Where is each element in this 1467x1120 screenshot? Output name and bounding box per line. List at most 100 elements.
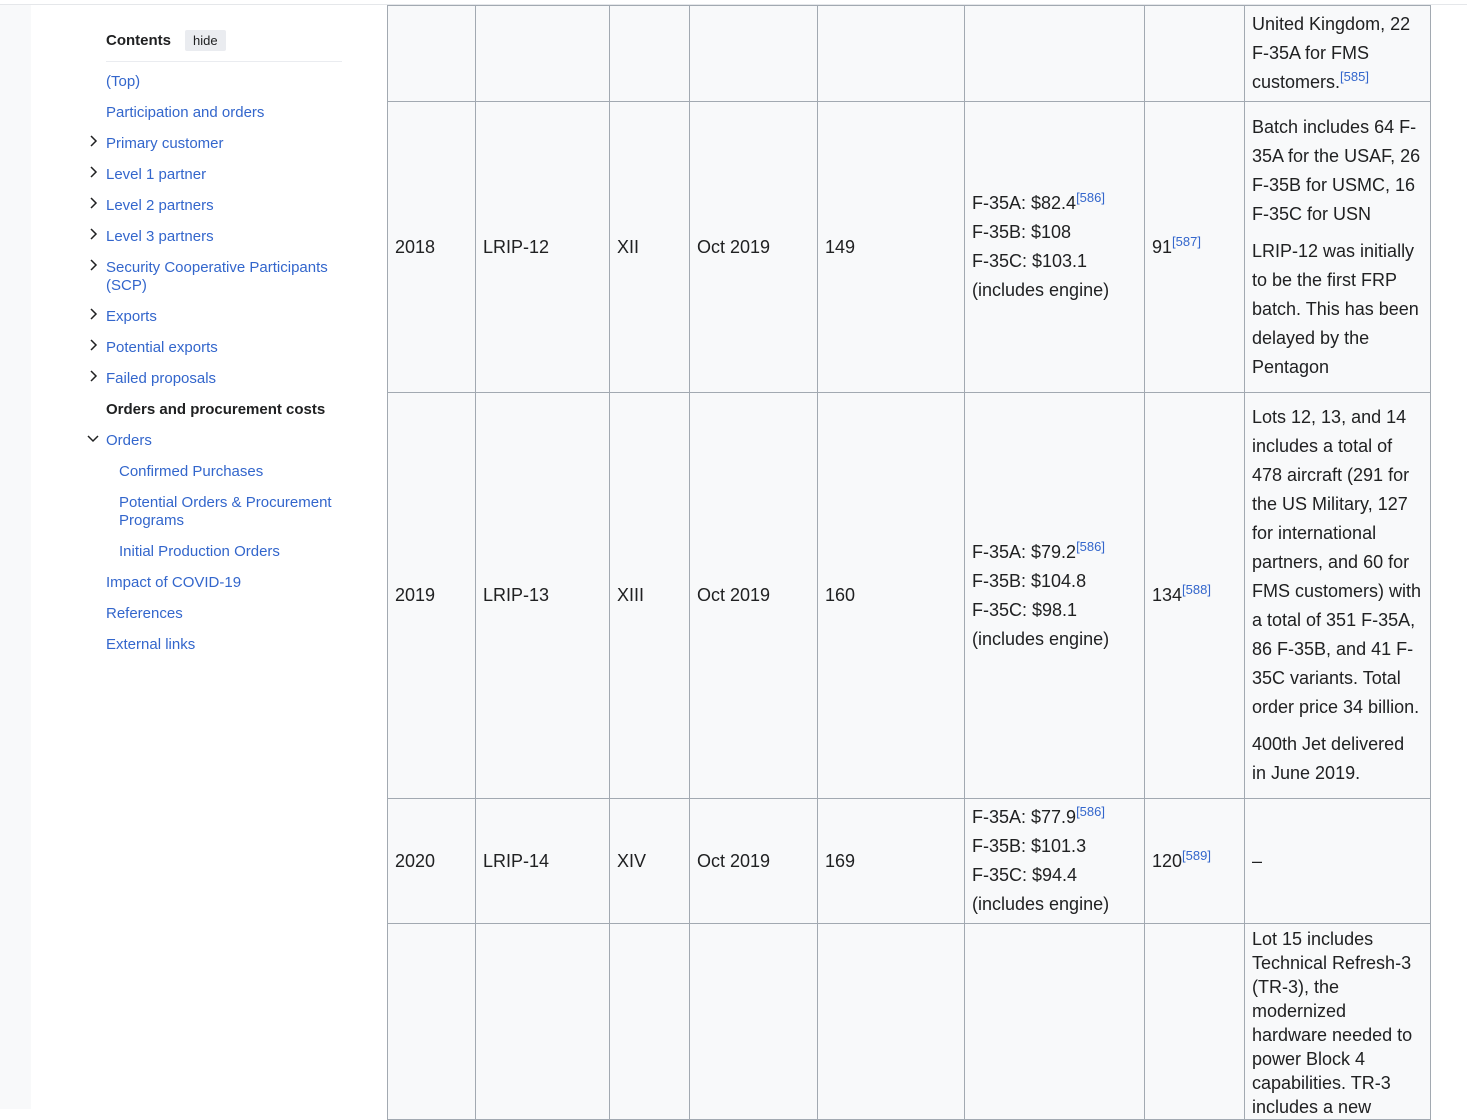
toc-item-label: Orders [106, 431, 152, 449]
cost-line: F-35C: $98.1 [972, 599, 1078, 620]
toc-item-label: Potential Orders & Procurement Programs [119, 493, 332, 529]
table-row: 2018 LRIP-12 XII Oct 2019 149 F-35A: $82.4[58… [387, 101, 1431, 393]
citation-link[interactable]: [586] [1076, 804, 1105, 819]
notes-cell: Lot 15 includes Technical Refresh-3 (TR-… [1244, 923, 1431, 1120]
table-row: Lot 15 includes Technical Refresh-3 (TR-… [387, 923, 1431, 1120]
toc-item[interactable]: (Top) [106, 66, 342, 97]
toc-item-label: Level 3 partners [106, 227, 214, 245]
delivered-count: 134 [1152, 585, 1183, 605]
year-cell: 2019 [387, 392, 476, 799]
toc-item-label: Failed proposals [106, 369, 217, 387]
toc-item[interactable]: Level 3 partners [90, 221, 342, 252]
cost-line-wrap: F-35B: $104.8 [972, 567, 1137, 596]
toc-item[interactable]: Orders [87, 425, 342, 456]
block-cell: XIII [609, 392, 690, 799]
year-cell: 2020 [387, 798, 476, 924]
cost-line: F-35A: $77.9 [972, 807, 1077, 827]
chevron-right-icon[interactable] [87, 164, 99, 182]
toc-hide-button[interactable]: hide [185, 30, 226, 51]
toc-item[interactable]: Orders and procurement costs [106, 394, 342, 425]
toc-item-label: Participation and orders [106, 103, 265, 121]
chevron-right-icon[interactable] [87, 257, 99, 275]
note-paragraph: LRIP-12 was initially to be the first FR… [1252, 240, 1419, 377]
toc-item[interactable]: Initial Production Orders [106, 536, 342, 567]
chevron-right-icon[interactable] [87, 133, 99, 151]
cost-line-wrap: F-35C: $103.1 [972, 247, 1137, 276]
toc-item[interactable]: References [106, 598, 342, 629]
cost-line-wrap: (includes engine) [972, 890, 1137, 919]
cost-line: F-35A: $79.2 [972, 541, 1077, 562]
quantity-cell: 149 [817, 101, 965, 393]
toc-item[interactable]: Level 2 partners [90, 190, 342, 221]
toc-item[interactable]: External links [106, 629, 342, 660]
cost-line-wrap: F-35B: $108 [972, 218, 1137, 247]
note-paragraph: Lots 12, 13, and 14 includes a total of … [1252, 407, 1422, 717]
chevron-right-icon[interactable] [87, 306, 99, 324]
notes-cell: Lots 12, 13, and 14 includes a total of … [1244, 392, 1431, 799]
table-row: 2019 LRIP-13 XIII Oct 2019 160 F-35A: $79.2[5… [387, 392, 1431, 799]
cost-line: F-35C: $94.4 [972, 865, 1078, 885]
toc-item[interactable]: Primary customer [90, 128, 342, 159]
cost-line-wrap: F-35C: $98.1 [972, 596, 1137, 625]
citation-link[interactable]: [586] [1076, 190, 1105, 205]
delivered-cell: 120[589] [1144, 798, 1245, 924]
chevron-right-icon[interactable] [87, 226, 99, 244]
chevron-right-icon[interactable] [87, 368, 99, 386]
chevron-down-icon[interactable] [87, 430, 99, 448]
citation-link[interactable]: [585] [1340, 69, 1369, 84]
note-paragraph: Lot 15 includes Technical Refresh-3 (TR-… [1252, 929, 1413, 1117]
lot-cell [475, 923, 610, 1120]
toc-item-label: Exports [106, 307, 157, 325]
chevron-right-icon[interactable] [87, 195, 99, 213]
toc-item-label: (Top) [106, 72, 141, 90]
toc-item[interactable]: Confirmed Purchases [106, 456, 342, 487]
toc-header: Contents hide [106, 30, 342, 62]
toc-item-label: Level 1 partner [106, 165, 207, 183]
toc-item[interactable]: Failed proposals [90, 363, 342, 394]
citation-link[interactable]: [589] [1182, 848, 1211, 863]
toc-title: Contents [106, 32, 171, 49]
citation-link[interactable]: [588] [1182, 582, 1211, 597]
toc-item[interactable]: Participation and orders [106, 97, 342, 128]
toc-item[interactable]: Exports [90, 301, 342, 332]
toc-item[interactable]: Impact of COVID-19 [106, 567, 342, 598]
block-cell: XII [609, 101, 690, 393]
citation-link[interactable]: [586] [1076, 539, 1105, 554]
note-paragraph: 400th Jet delivered in June 2019. [1252, 734, 1405, 783]
cost-line-wrap: F-35B: $101.3 [972, 832, 1137, 861]
quantity-cell: 169 [817, 798, 965, 924]
orders-table: United Kingdom, 22 F-35A for FMS custome… [387, 5, 1431, 1120]
delivered-cell: 134[588] [1144, 392, 1245, 799]
toc-item[interactable]: Level 1 partner [90, 159, 342, 190]
cost-line: (includes engine) [972, 628, 1110, 649]
lot-cell: LRIP-14 [475, 798, 610, 924]
unit-cost-cell: F-35A: $77.9[586] F-35B: $101.3 F-35C: $94… [964, 798, 1145, 924]
cost-line: F-35B: $101.3 [972, 836, 1087, 856]
cost-line: F-35B: $108 [972, 222, 1072, 242]
toc-item-label: Level 2 partners [106, 196, 214, 214]
toc-item-label: Confirmed Purchases [119, 462, 264, 480]
cost-line: (includes engine) [972, 280, 1110, 300]
block-cell: XIV [609, 798, 690, 924]
toc-item[interactable]: Security Cooperative Participants (SCP) [90, 252, 342, 301]
toc-item-label: External links [106, 635, 196, 653]
toc-item-label: Orders and procurement costs [106, 400, 326, 418]
cost-line: F-35B: $104.8 [972, 570, 1087, 591]
notes-cell: – [1244, 798, 1431, 924]
cost-line-wrap: (includes engine) [972, 276, 1137, 305]
toc-item[interactable]: Potential exports [90, 332, 342, 363]
table-of-contents: Contents hide (Top) Participation and ord… [87, 30, 342, 660]
block-cell [609, 923, 690, 1120]
cost-line: F-35C: $103.1 [972, 251, 1088, 271]
note-paragraph: – [1252, 850, 1263, 871]
toc-item[interactable]: Potential Orders & Procurement Programs [106, 487, 342, 536]
unit-cost-cell: F-35A: $82.4[586] F-35B: $108 F-35C: $103.… [964, 101, 1145, 393]
table-row: United Kingdom, 22 F-35A for FMS custome… [387, 5, 1431, 102]
chevron-right-icon[interactable] [87, 337, 99, 355]
year-cell [387, 923, 476, 1120]
citation-link[interactable]: [587] [1172, 234, 1201, 249]
cost-line-wrap: F-35A: $82.4[586] [972, 189, 1137, 218]
quantity-cell: 160 [817, 392, 965, 799]
year-cell: 2018 [387, 101, 476, 393]
toc-item-label: Potential exports [106, 338, 218, 356]
